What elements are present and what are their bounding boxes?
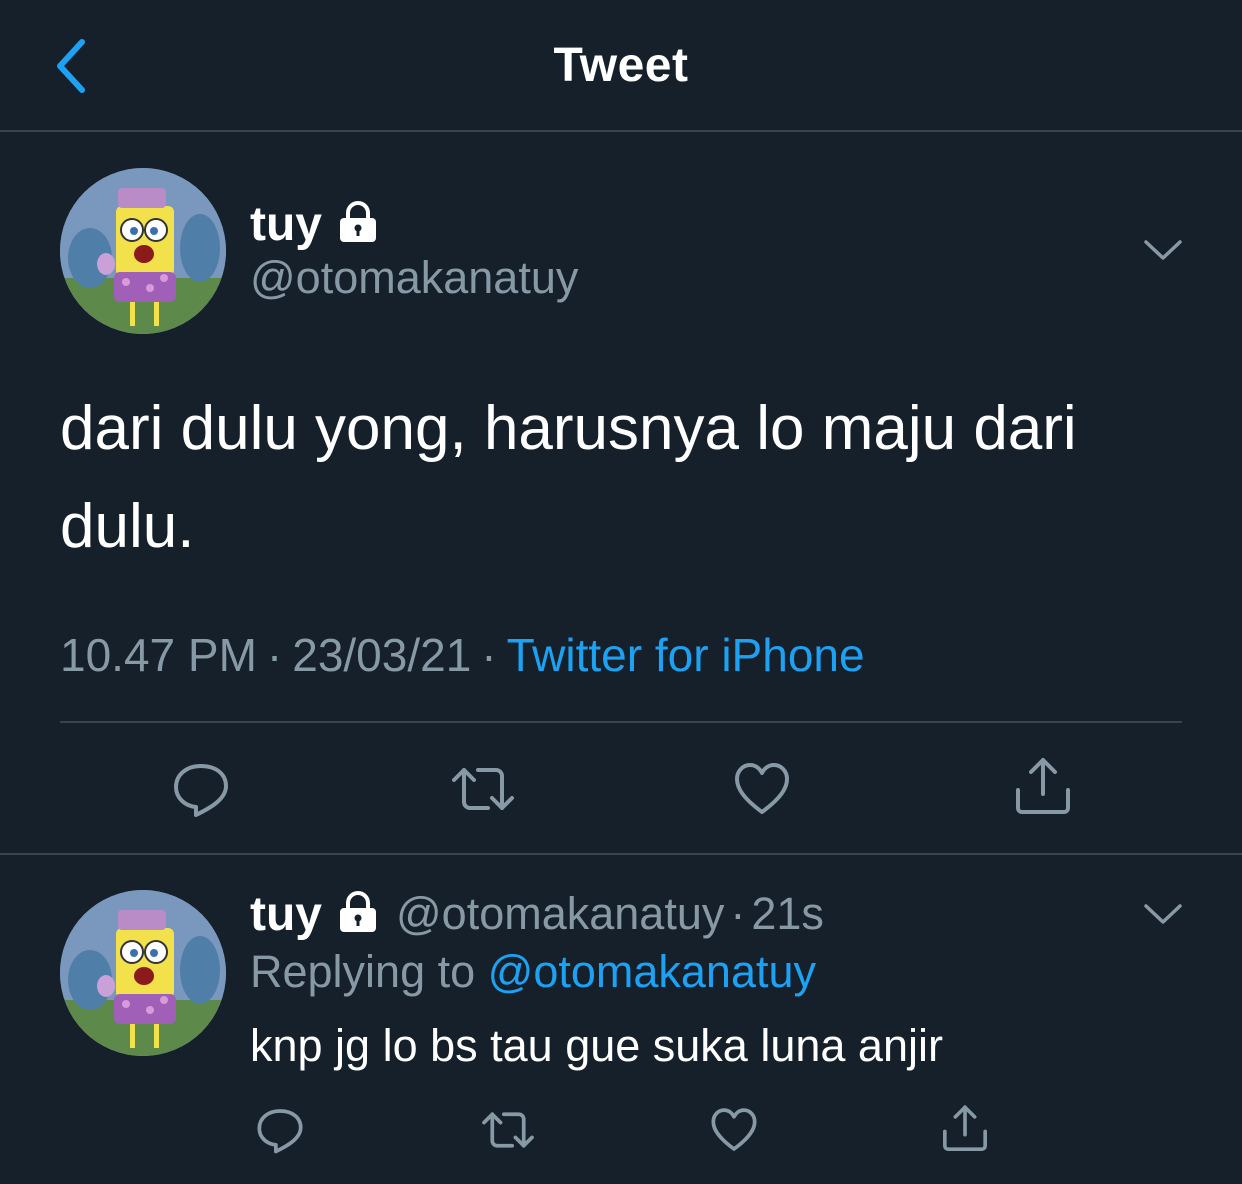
- like-button[interactable]: [710, 1106, 758, 1159]
- lock-icon: [336, 200, 380, 249]
- divider: [60, 721, 1182, 723]
- tweet-text: dari dulu yong, harusnya lo maju dari du…: [60, 394, 1077, 561]
- retweet-button[interactable]: [450, 760, 516, 823]
- replying-prefix: Replying to: [250, 946, 476, 997]
- retweet-icon: [482, 1112, 534, 1148]
- avatar[interactable]: [60, 168, 226, 334]
- retweet-button[interactable]: [480, 1106, 536, 1159]
- chevron-down-icon: [1144, 904, 1182, 924]
- share-button[interactable]: [1012, 756, 1074, 823]
- meta-separator: ·: [730, 888, 746, 939]
- like-button[interactable]: [733, 760, 791, 823]
- avatar[interactable]: [60, 890, 226, 1056]
- author-name[interactable]: tuy: [250, 197, 322, 252]
- lock-icon: [336, 890, 380, 939]
- author-handle[interactable]: @otomakanatuy: [396, 888, 724, 940]
- mention-link[interactable]: @otomakanatuy: [488, 946, 816, 997]
- author-name[interactable]: tuy: [250, 887, 322, 942]
- like-icon: [735, 763, 789, 814]
- tweet-time: 10.47 PM: [60, 629, 257, 681]
- divider: [0, 853, 1242, 855]
- top-bar: Tweet: [0, 0, 1242, 132]
- reply-button[interactable]: [256, 1106, 304, 1159]
- page-title: Tweet: [553, 39, 689, 92]
- reply-text: knp jg lo bs tau gue suka luna anjir: [250, 1020, 943, 1071]
- meta-separator: ·: [481, 629, 497, 681]
- reply-author-row: tuy @otomakanatuy · 21s: [250, 884, 824, 944]
- like-icon: [711, 1108, 757, 1151]
- reply-time[interactable]: 21s: [751, 888, 824, 940]
- tweet-meta: 10.47 PM · 23/03/21 · Twitter for iPhone: [60, 628, 865, 682]
- tweet-actions: [0, 752, 1242, 832]
- reply-icon: [174, 764, 228, 817]
- reply-button[interactable]: [172, 760, 230, 823]
- meta-separator: ·: [266, 629, 283, 681]
- tweet-date: 23/03/21: [292, 629, 472, 681]
- retweet-icon: [452, 768, 514, 810]
- chevron-down-icon: [1144, 240, 1182, 260]
- reply-icon: [257, 1109, 303, 1154]
- reply-actions: [0, 1100, 1242, 1170]
- tweet-menu-button[interactable]: [1140, 232, 1186, 268]
- share-icon: [943, 1105, 987, 1151]
- share-icon: [1016, 758, 1070, 814]
- tweet-source-link[interactable]: Twitter for iPhone: [507, 629, 865, 681]
- author-handle[interactable]: @otomakanatuy: [250, 252, 578, 304]
- author-row: tuy: [250, 194, 380, 254]
- replying-to: Replying to @otomakanatuy: [250, 946, 816, 998]
- reply-menu-button[interactable]: [1140, 896, 1186, 932]
- share-button[interactable]: [940, 1104, 990, 1159]
